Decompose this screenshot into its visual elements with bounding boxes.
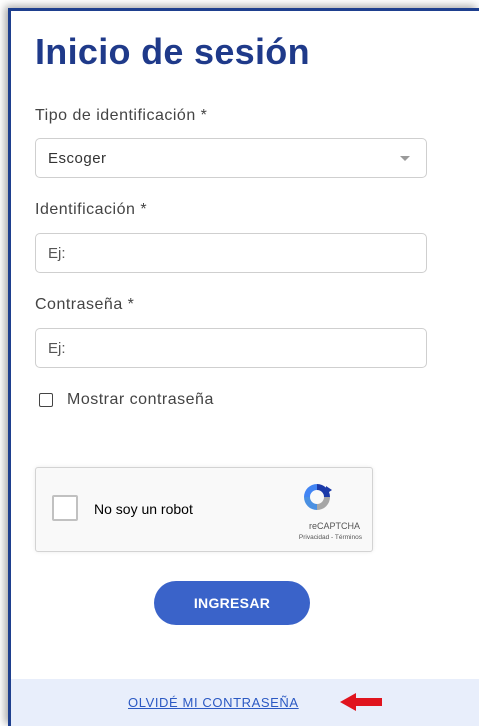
page-title: Inicio de sesión [35, 31, 310, 72]
recaptcha-links[interactable]: Privacidad - Términos [299, 534, 362, 541]
id-field[interactable] [35, 233, 427, 273]
show-password-row[interactable]: Mostrar contraseña [39, 391, 214, 409]
recaptcha-label: No soy un robot [94, 501, 193, 517]
id-type-select[interactable]: Escoger [35, 138, 427, 178]
id-input[interactable] [48, 244, 414, 262]
id-type-value: Escoger [48, 149, 107, 167]
recaptcha-widget: No soy un robot reCAPTCHA Privacidad - T… [35, 467, 373, 552]
show-password-label: Mostrar contraseña [67, 391, 214, 408]
submit-button[interactable]: INGRESAR [154, 581, 310, 625]
id-type-label: Tipo de identificación * [35, 107, 208, 124]
password-input[interactable] [48, 339, 414, 357]
red-arrow-icon [340, 693, 382, 711]
show-password-checkbox[interactable] [39, 393, 53, 407]
recaptcha-logo-icon [304, 484, 332, 510]
password-label: Contraseña * [35, 296, 135, 313]
password-field[interactable] [35, 328, 427, 368]
footer-bar: OLVIDÉ MI CONTRASEÑA [11, 679, 479, 726]
recaptcha-checkbox[interactable] [52, 495, 78, 521]
id-label: Identificación * [35, 201, 148, 218]
login-card: Inicio de sesión Tipo de identificación … [8, 8, 479, 726]
chevron-down-icon [400, 155, 410, 161]
recaptcha-brand: reCAPTCHA [308, 521, 360, 531]
forgot-password-link[interactable]: OLVIDÉ MI CONTRASEÑA [128, 695, 299, 710]
